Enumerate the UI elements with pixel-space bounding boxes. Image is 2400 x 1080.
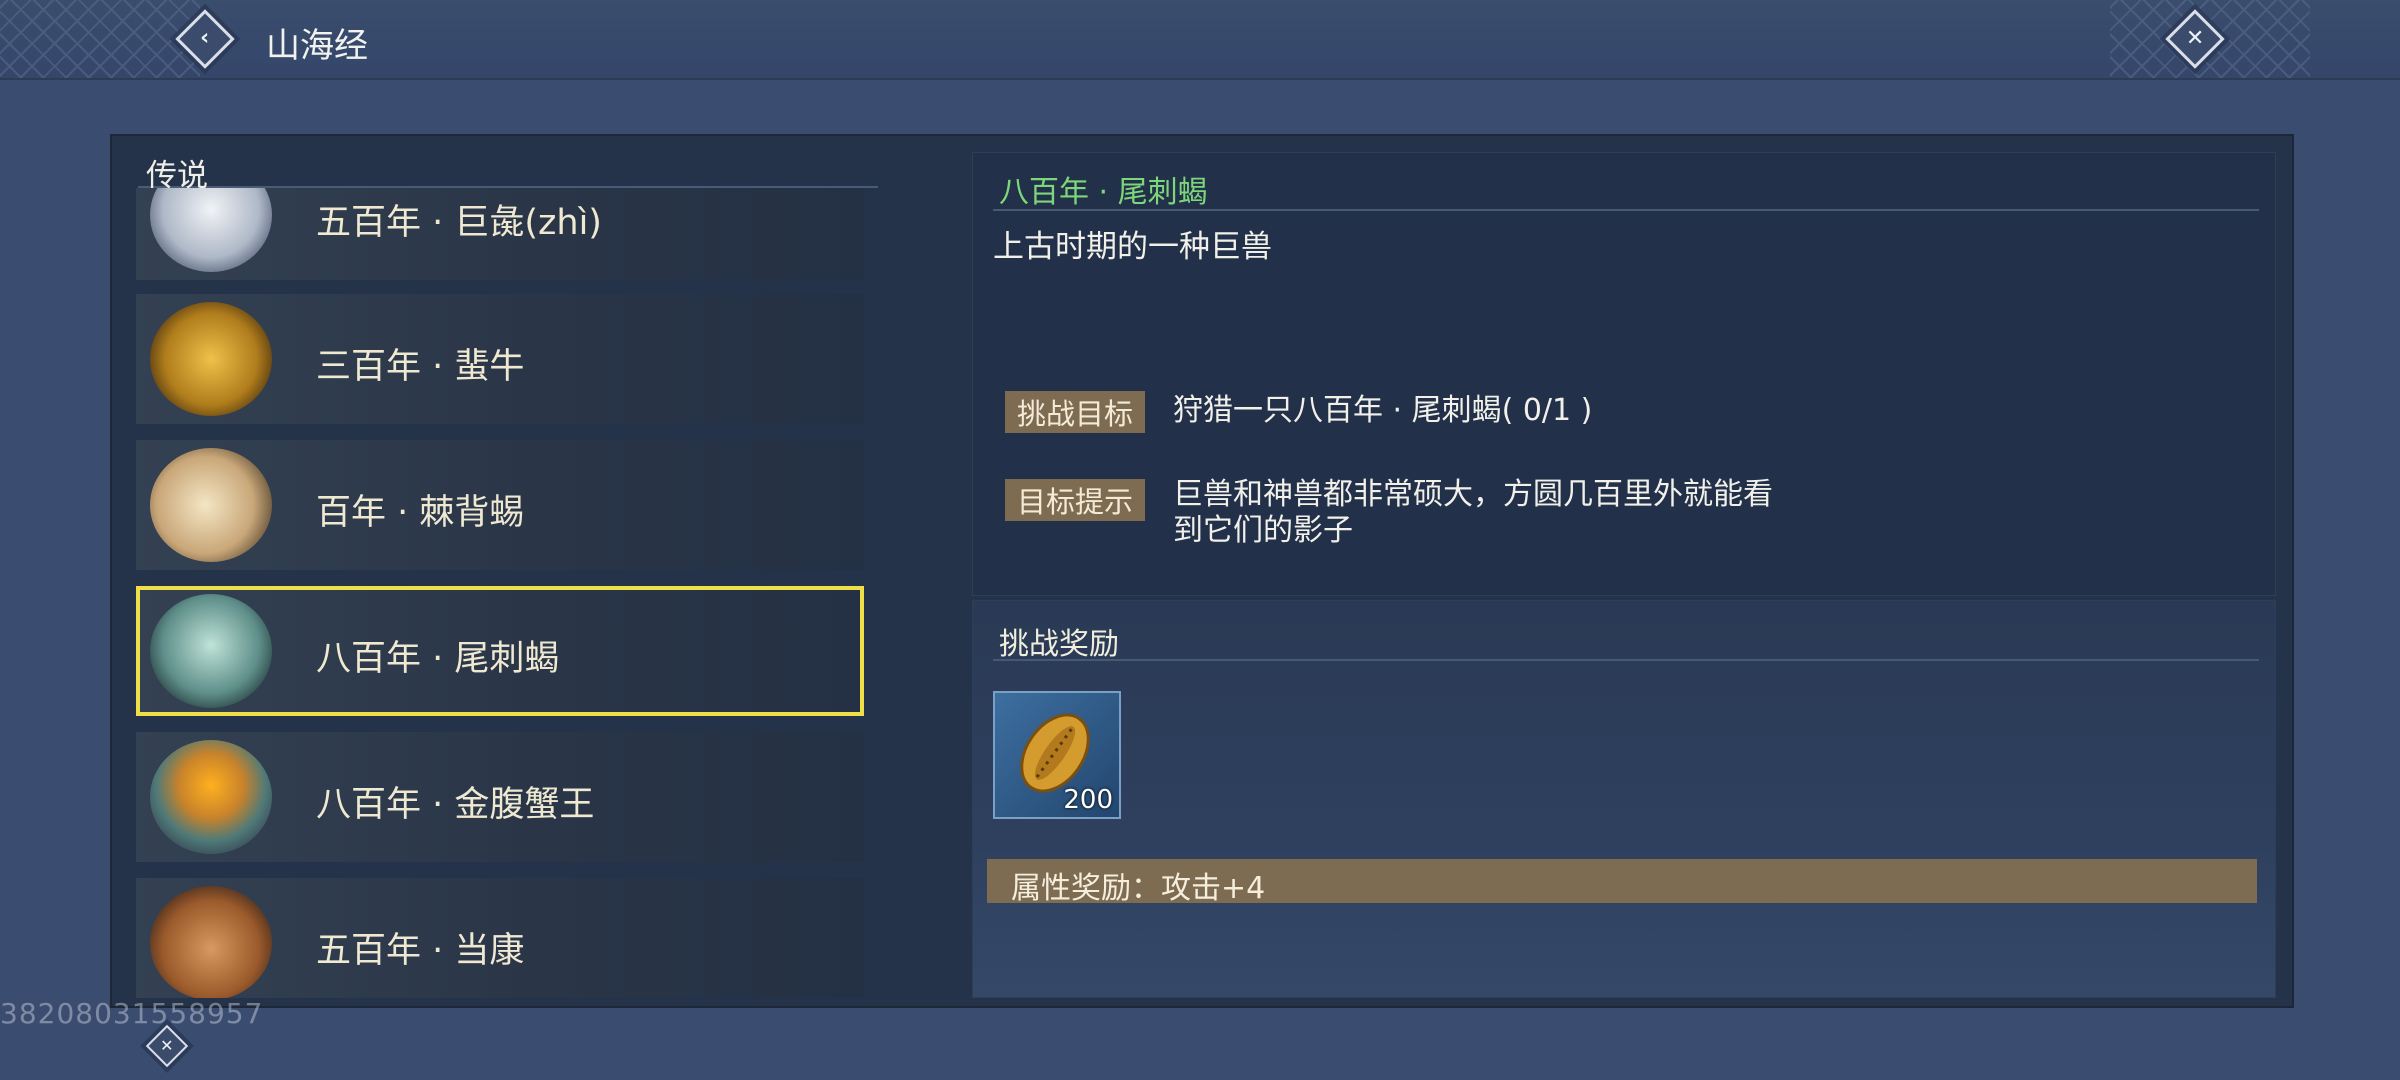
detail-description: 上古时期的一种巨兽 xyxy=(993,229,1272,265)
rewards-section: 挑战奖励 200 属性奖励：攻击+4 xyxy=(972,600,2276,998)
hint-text-line2: 到它们的影子 xyxy=(1173,513,1353,548)
beast-list-item[interactable]: 百年 · 棘背蜴 xyxy=(136,440,864,570)
beast-list-item[interactable]: 八百年 · 金腹蟹王 xyxy=(136,732,864,862)
divider xyxy=(993,209,2259,211)
beast-name: 五百年 · 巨彘(zhì) xyxy=(316,203,602,243)
reward-item-slot[interactable]: 200 xyxy=(993,691,1121,819)
beast-name: 百年 · 棘背蜴 xyxy=(316,493,525,533)
close-icon: ✕ xyxy=(2165,9,2225,69)
bottom-close-button[interactable]: ✕ xyxy=(140,1022,194,1070)
golden-bull-portrait xyxy=(150,302,272,416)
reward-count: 200 xyxy=(1063,785,1113,815)
beast-list[interactable]: 五百年 · 巨彘(zhì) 三百年 · 蜚牛 百年 · 棘背蜴 八百年 · 尾刺… xyxy=(124,188,864,998)
attribute-reward-bar: 属性奖励：攻击+4 xyxy=(987,859,2257,906)
white-beast-portrait xyxy=(150,188,272,272)
top-bar: ‹ 山海经 ✕ xyxy=(0,0,2400,80)
beast-list-item-selected[interactable]: 八百年 · 尾刺蝎 xyxy=(136,586,864,716)
scorpion-portrait xyxy=(150,594,272,708)
attribute-reward-text: 属性奖励：攻击+4 xyxy=(1011,871,1266,906)
back-arrow-icon: ‹ xyxy=(175,9,235,69)
goal-tag: 挑战目标 xyxy=(1005,391,1145,433)
beast-name: 五百年 · 当康 xyxy=(316,931,525,971)
dangkang-portrait xyxy=(150,886,272,998)
beast-name: 八百年 · 尾刺蝎 xyxy=(316,639,560,679)
beast-list-item[interactable]: 五百年 · 当康 xyxy=(136,878,864,998)
page-title: 山海经 xyxy=(266,26,368,66)
close-button[interactable]: ✕ xyxy=(2165,9,2225,69)
crab-king-portrait xyxy=(150,740,272,854)
spiked-lizard-portrait xyxy=(150,448,272,562)
beast-name: 八百年 · 金腹蟹王 xyxy=(316,785,595,825)
beast-list-item[interactable]: 三百年 · 蜚牛 xyxy=(136,294,864,424)
divider xyxy=(993,659,2259,661)
beast-list-item[interactable]: 五百年 · 巨彘(zhì) xyxy=(136,188,864,280)
detail-title: 八百年 · 尾刺蝎 xyxy=(999,175,1208,210)
category-header: 传说 xyxy=(138,146,878,194)
goal-text: 狩猎一只八百年 · 尾刺蝎( 0/1 ) xyxy=(1173,393,1593,428)
close-icon: ✕ xyxy=(145,1024,189,1068)
rewards-title: 挑战奖励 xyxy=(999,627,1119,662)
beast-detail: 八百年 · 尾刺蝎 上古时期的一种巨兽 挑战目标 狩猎一只八百年 · 尾刺蝎( … xyxy=(972,152,2276,596)
user-id-watermark: 38208031558957 xyxy=(0,997,264,1030)
beast-name: 三百年 · 蜚牛 xyxy=(316,347,525,387)
hint-tag: 目标提示 xyxy=(1005,479,1145,521)
header-pattern-left xyxy=(0,0,200,78)
back-button[interactable]: ‹ xyxy=(175,9,235,69)
hint-text-line1: 巨兽和神兽都非常硕大，方圆几百里外就能看 xyxy=(1173,477,1773,512)
